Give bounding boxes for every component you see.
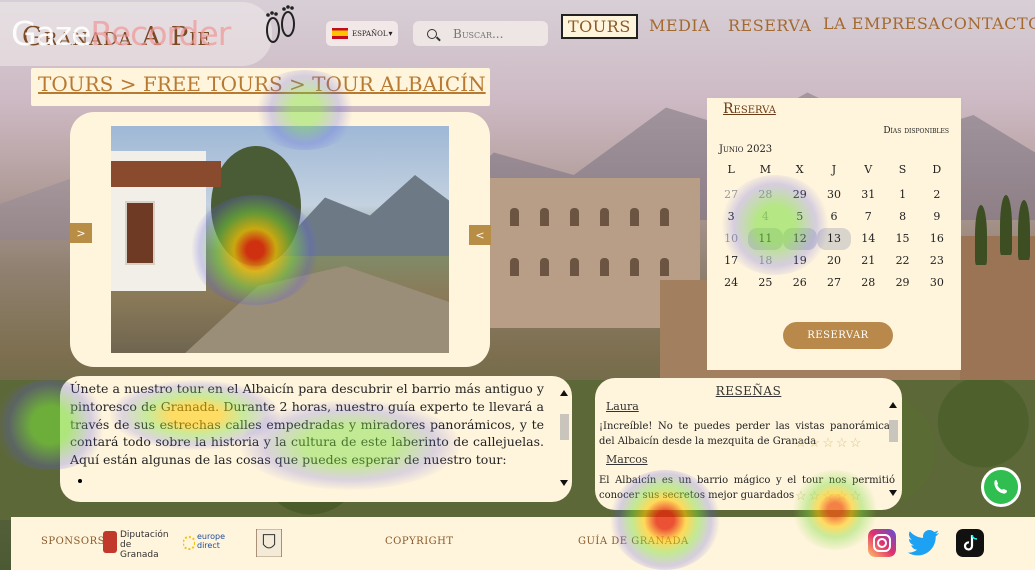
calendar-day[interactable]: 30 <box>920 272 954 294</box>
booking-calendar: Reserva Días disponibles Junio 2023 L M … <box>707 98 961 370</box>
calendar-day[interactable]: 16 <box>920 228 954 250</box>
tiktok-icon[interactable] <box>956 529 984 557</box>
carousel-prev-button[interactable]: > <box>70 223 92 243</box>
nav-tours[interactable]: TOURS <box>561 14 638 39</box>
calendar-day[interactable]: 29 <box>783 184 817 206</box>
search-input[interactable] <box>453 26 548 41</box>
albaicin-photo <box>111 126 449 353</box>
phone-icon <box>994 480 1007 494</box>
calendar-day[interactable]: 18 <box>748 250 782 272</box>
twitter-icon[interactable] <box>907 529 941 559</box>
sponsors-label: SPONSORS <box>41 536 105 547</box>
calendar-day[interactable]: 6 <box>817 206 851 228</box>
footer: SPONSORS Diputación de Granada europe di… <box>11 517 1035 570</box>
reviewer-name[interactable]: Laura <box>606 400 639 413</box>
weekday-label: J <box>831 163 837 176</box>
calendar-day[interactable]: 5 <box>783 206 817 228</box>
instagram-icon[interactable] <box>868 529 896 557</box>
rating-stars: ☆☆☆☆☆ <box>795 489 864 504</box>
calendar-month: Junio 2023 <box>719 144 773 155</box>
calendar-day[interactable]: 15 <box>885 228 919 250</box>
guide-link[interactable]: GUÍA DE GRANADA <box>578 536 689 547</box>
reservar-button[interactable]: RESERVAR <box>783 322 893 349</box>
sponsor1-region: de Granada <box>120 540 159 560</box>
tour-description: Únete a nuestro tour en el Albaicín para… <box>60 376 572 502</box>
breadcrumb: TOURS > FREE TOURS > TOUR ALBAICÍN <box>31 68 490 106</box>
weekday-label: V <box>864 163 873 176</box>
nav-reserva[interactable]: RESERVA <box>728 16 811 35</box>
calendar-day[interactable]: 17 <box>714 250 748 272</box>
calendar-day[interactable]: 24 <box>714 272 748 294</box>
calendar-day[interactable]: 2 <box>920 184 954 206</box>
weekday-label: M <box>759 163 772 176</box>
rating-stars: ☆☆☆☆☆ <box>795 436 864 451</box>
description-bullet <box>92 473 544 487</box>
calendar-title: Reserva <box>723 101 776 117</box>
weekday-label: S <box>898 163 907 176</box>
reviews-title: RESEÑAS <box>715 384 782 398</box>
calendar-day[interactable]: 12 <box>782 228 817 250</box>
nav-media[interactable]: MEDIA <box>649 16 710 35</box>
calendar-grid: L M X J V S D 27 28 29 30 31 1 2 3 4 5 6 7 8 9 10 11 12 1… <box>714 162 954 294</box>
weekday-label: X <box>795 163 804 176</box>
calendar-day[interactable]: 29 <box>885 272 919 294</box>
calendar-day[interactable]: 23 <box>920 250 954 272</box>
eu-stars-icon <box>183 536 195 550</box>
calendar-day[interactable]: 31 <box>851 184 885 206</box>
calendar-day[interactable]: 20 <box>817 250 851 272</box>
chevron-down-icon: ▾ <box>388 29 393 38</box>
available-days-label: Días disponibles <box>883 126 949 136</box>
calendar-day[interactable]: 14 <box>851 228 885 250</box>
weekday-label: D <box>932 163 942 176</box>
ayuntamiento-crest-icon[interactable] <box>249 529 289 557</box>
calendar-day[interactable]: 4 <box>748 206 782 228</box>
photo-carousel <box>70 112 490 367</box>
breadcrumb-link[interactable]: TOURS > FREE TOURS > TOUR ALBAICÍN <box>38 72 486 96</box>
nav-contacto[interactable]: CONTACTO <box>941 14 1035 33</box>
calendar-day[interactable]: 13 <box>816 228 852 250</box>
carousel-next-button[interactable]: < <box>469 225 491 245</box>
gaze-recorder-watermark: GazeRecorder <box>11 14 231 53</box>
weekday-label: L <box>727 163 735 176</box>
sponsor1-name: Diputación <box>120 530 169 540</box>
calendar-day[interactable]: 3 <box>714 206 748 228</box>
calendar-day[interactable]: 7 <box>851 206 885 228</box>
reviews-panel: RESEÑAS Laura ¡Increíble! No te puedes p… <box>595 378 902 510</box>
spain-flag-icon <box>332 28 348 39</box>
calendar-day[interactable]: 11 <box>748 228 783 250</box>
reviewer-name[interactable]: Marcos <box>606 453 648 466</box>
shield-icon <box>103 531 117 553</box>
calendar-day[interactable]: 25 <box>748 272 782 294</box>
nav-la-empresa[interactable]: LA EMPRESA <box>823 14 940 33</box>
language-label: ESPAÑOL <box>352 29 388 38</box>
calendar-day[interactable]: 28 <box>851 272 885 294</box>
calendar-day[interactable]: 27 <box>817 272 851 294</box>
search-box[interactable] <box>413 21 548 46</box>
footprints-icon <box>266 5 295 43</box>
calendar-day[interactable]: 21 <box>851 250 885 272</box>
calendar-day[interactable]: 27 <box>714 184 748 206</box>
sponsor2-name: europe <box>197 532 225 541</box>
calendar-day[interactable]: 28 <box>748 184 782 206</box>
calendar-day[interactable]: 22 <box>885 250 919 272</box>
calendar-day[interactable]: 8 <box>885 206 919 228</box>
calendar-day[interactable]: 26 <box>783 272 817 294</box>
description-text: Únete a nuestro tour en el Albaicín para… <box>70 381 544 468</box>
description-scrollbar[interactable] <box>560 390 570 486</box>
europe-direct-logo[interactable]: europe direct <box>183 529 241 557</box>
reviews-scrollbar[interactable] <box>889 402 899 496</box>
search-icon <box>427 28 437 39</box>
whatsapp-icon[interactable] <box>981 467 1021 507</box>
diputacion-logo[interactable]: Diputación de Granada <box>103 529 169 560</box>
calendar-day[interactable]: 9 <box>920 206 954 228</box>
language-select[interactable]: ESPAÑOL ▾ <box>326 21 398 46</box>
copyright-link[interactable]: COPYRIGHT <box>385 536 454 547</box>
calendar-day[interactable]: 1 <box>885 184 919 206</box>
calendar-day[interactable]: 19 <box>783 250 817 272</box>
calendar-day[interactable]: 30 <box>817 184 851 206</box>
sponsor2-sub: direct <box>197 541 220 550</box>
calendar-day[interactable]: 10 <box>714 228 748 250</box>
